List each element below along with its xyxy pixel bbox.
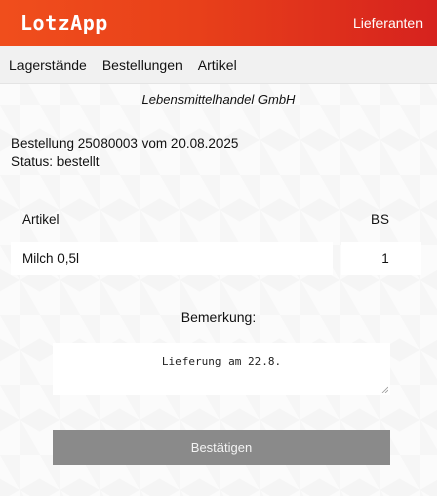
cell-bs-quantity[interactable]: 1 (341, 242, 421, 275)
items-table: Artikel BS Milch 0,5l 1 (11, 203, 421, 275)
remark-textarea[interactable]: Lieferung am 22.8. (53, 343, 390, 395)
table-header: Artikel BS (11, 203, 421, 235)
table-row: Milch 0,5l 1 (11, 242, 421, 275)
nav-item-artikel[interactable]: Artikel (198, 57, 237, 73)
order-line: Bestellung 25080003 vom 20.08.2025 (11, 136, 239, 151)
remark-text: Lieferung am 22.8. (161, 355, 282, 368)
confirm-button[interactable]: Bestätigen (53, 430, 390, 465)
order-status: Status: bestellt (11, 154, 100, 169)
order-info: Bestellung 25080003 vom 20.08.2025 Statu… (11, 135, 238, 171)
column-header-artikel: Artikel (22, 211, 60, 227)
nav-item-lagerstaende[interactable]: Lagerstände (9, 57, 87, 73)
app-header: LotzApp Lieferanten (0, 0, 437, 46)
app-page: LotzApp Lieferanten Lagerstände Bestellu… (0, 0, 437, 496)
resize-handle-icon[interactable] (381, 386, 388, 393)
cell-artikel: Milch 0,5l (11, 242, 333, 275)
suppliers-link[interactable]: Lieferanten (353, 15, 423, 31)
remark-label: Bemerkung: (180, 309, 257, 325)
company-name: Lebensmittelhandel GmbH (141, 92, 296, 107)
main-nav: Lagerstände Bestellungen Artikel (0, 46, 437, 84)
app-logo[interactable]: LotzApp (20, 11, 108, 35)
column-header-bs: BS (370, 211, 389, 227)
nav-item-bestellungen[interactable]: Bestellungen (102, 57, 183, 73)
